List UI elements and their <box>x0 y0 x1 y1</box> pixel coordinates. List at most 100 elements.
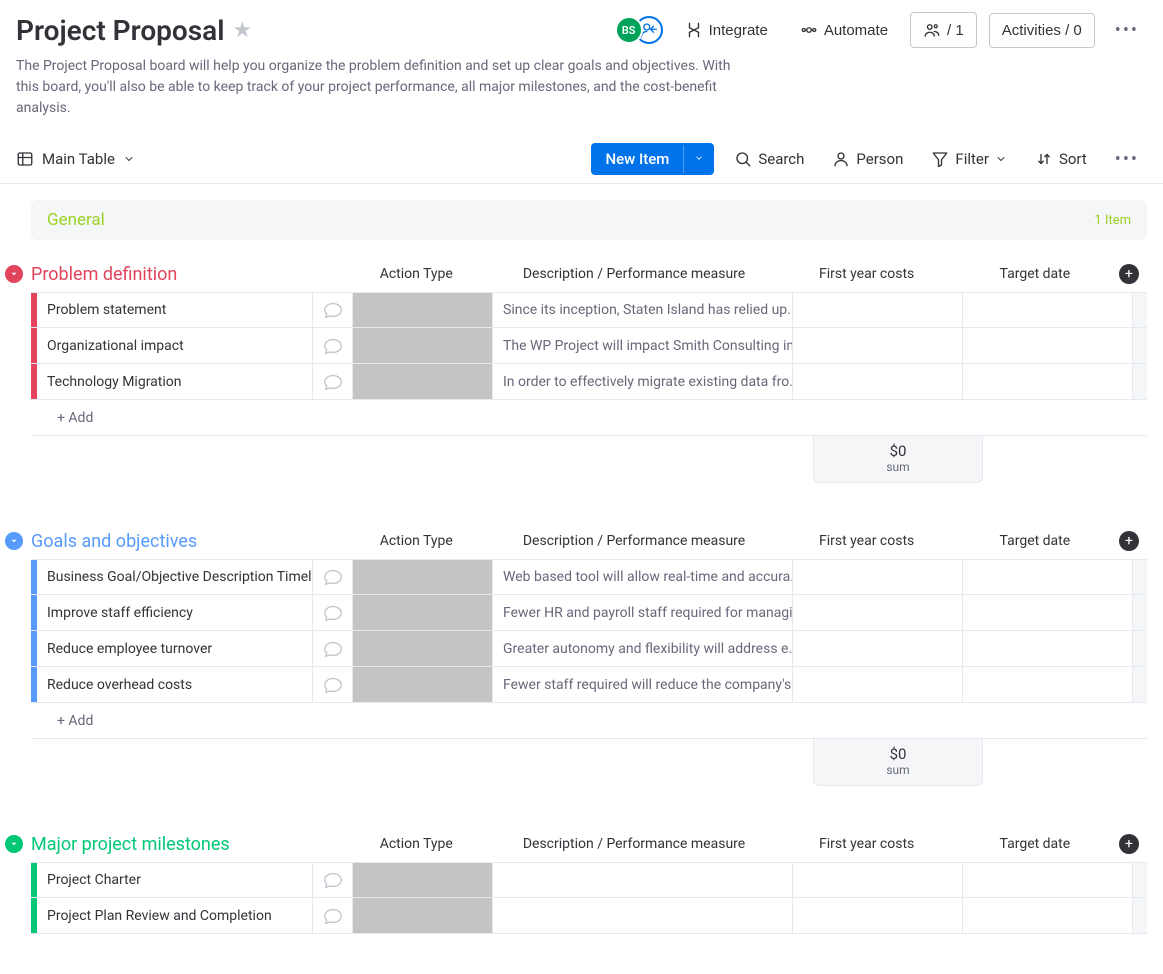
date-cell[interactable] <box>963 364 1133 399</box>
description-cell[interactable]: Web based tool will allow real-time and … <box>493 560 793 594</box>
conversation-icon[interactable] <box>313 560 353 594</box>
action-cell[interactable] <box>353 898 493 933</box>
date-cell[interactable] <box>963 863 1133 897</box>
conversation-icon[interactable] <box>313 898 353 933</box>
column-header-action[interactable]: Action Type <box>347 266 486 282</box>
column-header-action[interactable]: Action Type <box>347 836 486 852</box>
column-header-cost[interactable]: First year costs <box>782 266 950 282</box>
date-cell[interactable] <box>963 898 1133 933</box>
column-header-cost[interactable]: First year costs <box>782 836 950 852</box>
action-cell[interactable] <box>353 667 493 702</box>
conversation-icon[interactable] <box>313 293 353 327</box>
table-row[interactable]: Technology Migration In order to effectiv… <box>31 364 1147 400</box>
sort-button[interactable]: Sort <box>1027 144 1095 174</box>
cost-cell[interactable] <box>793 667 963 702</box>
column-header-date[interactable]: Target date <box>951 836 1119 852</box>
add-row[interactable]: + Add <box>31 400 1147 436</box>
column-header-desc[interactable]: Description / Performance measure <box>486 266 783 282</box>
group-title[interactable]: Goals and objectives <box>31 531 197 552</box>
table-row[interactable]: Reduce overhead costs Fewer staff require… <box>31 667 1147 703</box>
action-cell[interactable] <box>353 560 493 594</box>
action-cell[interactable] <box>353 631 493 666</box>
add-column-button[interactable]: + <box>1119 531 1139 551</box>
collapse-toggle[interactable] <box>5 532 23 550</box>
general-group[interactable]: General 1 Item <box>31 200 1147 240</box>
table-row[interactable]: Organizational impact The WP Project will… <box>31 328 1147 364</box>
column-header-desc[interactable]: Description / Performance measure <box>486 836 783 852</box>
cost-cell[interactable] <box>793 595 963 630</box>
description-cell[interactable]: In order to effectively migrate existing… <box>493 364 793 399</box>
date-cell[interactable] <box>963 328 1133 363</box>
date-cell[interactable] <box>963 631 1133 666</box>
collapse-toggle[interactable] <box>5 835 23 853</box>
item-name[interactable]: Business Goal/Objective Description Time… <box>37 560 313 594</box>
new-item-label[interactable]: New Item <box>591 143 683 175</box>
column-header-date[interactable]: Target date <box>951 266 1119 282</box>
item-name[interactable]: Project Plan Review and Completion <box>37 898 313 933</box>
column-header-cost[interactable]: First year costs <box>782 533 950 549</box>
new-item-button[interactable]: New Item <box>591 143 714 175</box>
action-cell[interactable] <box>353 863 493 897</box>
column-header-desc[interactable]: Description / Performance measure <box>486 533 783 549</box>
date-cell[interactable] <box>963 667 1133 702</box>
item-name[interactable]: Problem statement <box>37 293 313 327</box>
action-cell[interactable] <box>353 328 493 363</box>
integrate-button[interactable]: Integrate <box>675 15 778 45</box>
cost-cell[interactable] <box>793 328 963 363</box>
item-name[interactable]: Organizational impact <box>37 328 313 363</box>
description-cell[interactable]: Fewer staff required will reduce the com… <box>493 667 793 702</box>
board-title[interactable]: Project Proposal <box>16 14 225 47</box>
conversation-icon[interactable] <box>313 631 353 666</box>
add-column-button[interactable]: + <box>1119 834 1139 854</box>
search-button[interactable]: Search <box>726 144 812 174</box>
table-row[interactable]: Project Plan Review and Completion <box>31 898 1147 934</box>
avatar-group[interactable]: BS <box>615 16 663 44</box>
add-row[interactable]: + Add <box>31 703 1147 739</box>
members-button[interactable]: / 1 <box>910 12 977 48</box>
column-header-date[interactable]: Target date <box>951 533 1119 549</box>
action-cell[interactable] <box>353 595 493 630</box>
description-cell[interactable]: Since its inception, Staten Island has r… <box>493 293 793 327</box>
item-name[interactable]: Reduce employee turnover <box>37 631 313 666</box>
conversation-icon[interactable] <box>313 595 353 630</box>
automate-button[interactable]: Automate <box>790 15 898 45</box>
item-name[interactable]: Improve staff efficiency <box>37 595 313 630</box>
cost-cell[interactable] <box>793 863 963 897</box>
action-cell[interactable] <box>353 364 493 399</box>
person-button[interactable]: Person <box>824 144 911 174</box>
group-title[interactable]: Problem definition <box>31 264 177 285</box>
conversation-icon[interactable] <box>313 667 353 702</box>
description-cell[interactable]: The WP Project will impact Smith Consult… <box>493 328 793 363</box>
table-row[interactable]: Improve staff efficiency Fewer HR and pay… <box>31 595 1147 631</box>
item-name[interactable]: Reduce overhead costs <box>37 667 313 702</box>
cost-cell[interactable] <box>793 293 963 327</box>
conversation-icon[interactable] <box>313 328 353 363</box>
cost-cell[interactable] <box>793 898 963 933</box>
description-cell[interactable] <box>493 898 793 933</box>
star-icon[interactable]: ★ <box>233 18 253 43</box>
conversation-icon[interactable] <box>313 863 353 897</box>
item-name[interactable]: Technology Migration <box>37 364 313 399</box>
filter-button[interactable]: Filter <box>923 144 1015 174</box>
date-cell[interactable] <box>963 560 1133 594</box>
cost-cell[interactable] <box>793 560 963 594</box>
more-icon[interactable]: ••• <box>1107 16 1147 45</box>
table-row[interactable]: Problem statement Since its inception, St… <box>31 292 1147 328</box>
conversation-icon[interactable] <box>313 364 353 399</box>
group-title[interactable]: Major project milestones <box>31 834 230 855</box>
add-column-button[interactable]: + <box>1119 264 1139 284</box>
cost-cell[interactable] <box>793 364 963 399</box>
description-cell[interactable]: Fewer HR and payroll staff required for … <box>493 595 793 630</box>
description-cell[interactable]: Greater autonomy and flexibility will ad… <box>493 631 793 666</box>
toolbar-more-icon[interactable]: ••• <box>1107 145 1147 174</box>
view-selector[interactable]: Main Table <box>16 150 135 168</box>
date-cell[interactable] <box>963 293 1133 327</box>
date-cell[interactable] <box>963 595 1133 630</box>
item-name[interactable]: Project Charter <box>37 863 313 897</box>
table-row[interactable]: Business Goal/Objective Description Time… <box>31 559 1147 595</box>
description-cell[interactable] <box>493 863 793 897</box>
action-cell[interactable] <box>353 293 493 327</box>
new-item-dropdown[interactable] <box>683 145 714 173</box>
cost-cell[interactable] <box>793 631 963 666</box>
table-row[interactable]: Reduce employee turnover Greater autonomy… <box>31 631 1147 667</box>
